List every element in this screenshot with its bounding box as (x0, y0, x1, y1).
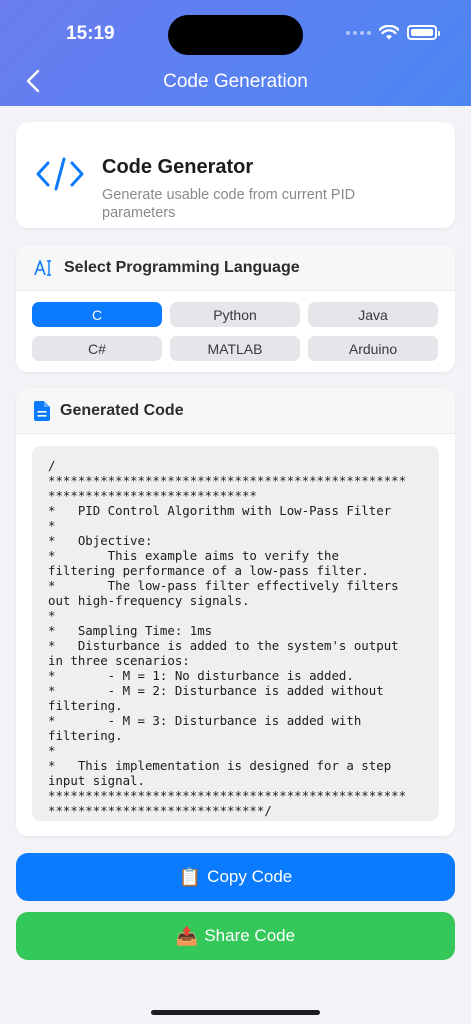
signal-icon (346, 30, 371, 35)
code-brackets-icon (36, 157, 84, 196)
language-section-title: Select Programming Language (64, 258, 300, 276)
code-section-title: Generated Code (60, 401, 184, 419)
page-title: Code Generation (163, 71, 308, 92)
share-code-label: Share Code (204, 926, 296, 945)
navigation-header: 15:19 Code Generation (0, 0, 471, 106)
generator-title: Code Generator (102, 156, 254, 178)
status-icons (346, 25, 440, 40)
status-time: 15:19 (66, 23, 115, 44)
document-icon (34, 400, 50, 421)
language-option-java[interactable]: Java (308, 302, 438, 327)
code-content: / **************************************… (48, 458, 407, 818)
code-generator-card: Code Generator Generate usable code from… (16, 122, 455, 228)
language-option-python[interactable]: Python (170, 302, 300, 327)
copy-code-label: Copy Code (207, 867, 293, 886)
home-indicator (151, 1010, 320, 1015)
code-card-header: Generated Code (16, 388, 455, 434)
language-option-c[interactable]: C (32, 302, 162, 327)
language-card: Select Programming Language C Python Jav… (16, 245, 455, 372)
generator-subtitle: Generate usable code from current PID pa… (102, 187, 356, 221)
share-outbox-icon: 📤 (175, 925, 199, 946)
share-code-button[interactable]: 📤 Share Code (16, 912, 455, 960)
language-card-header: Select Programming Language (16, 245, 455, 291)
copy-code-button[interactable]: 📋 Copy Code (16, 853, 455, 901)
language-option-matlab[interactable]: MATLAB (170, 336, 300, 361)
language-options: C Python Java C# MATLAB Arduino (32, 302, 439, 361)
language-option-arduino[interactable]: Arduino (308, 336, 438, 361)
language-option-csharp[interactable]: C# (32, 336, 162, 361)
clipboard-icon: 📋 (178, 866, 202, 887)
generated-code-card: Generated Code / ***********************… (16, 388, 455, 836)
text-cursor-icon (34, 259, 51, 276)
battery-icon (407, 25, 440, 40)
wifi-icon (379, 25, 399, 40)
dynamic-island (168, 15, 303, 55)
code-viewer[interactable]: / **************************************… (32, 446, 439, 821)
